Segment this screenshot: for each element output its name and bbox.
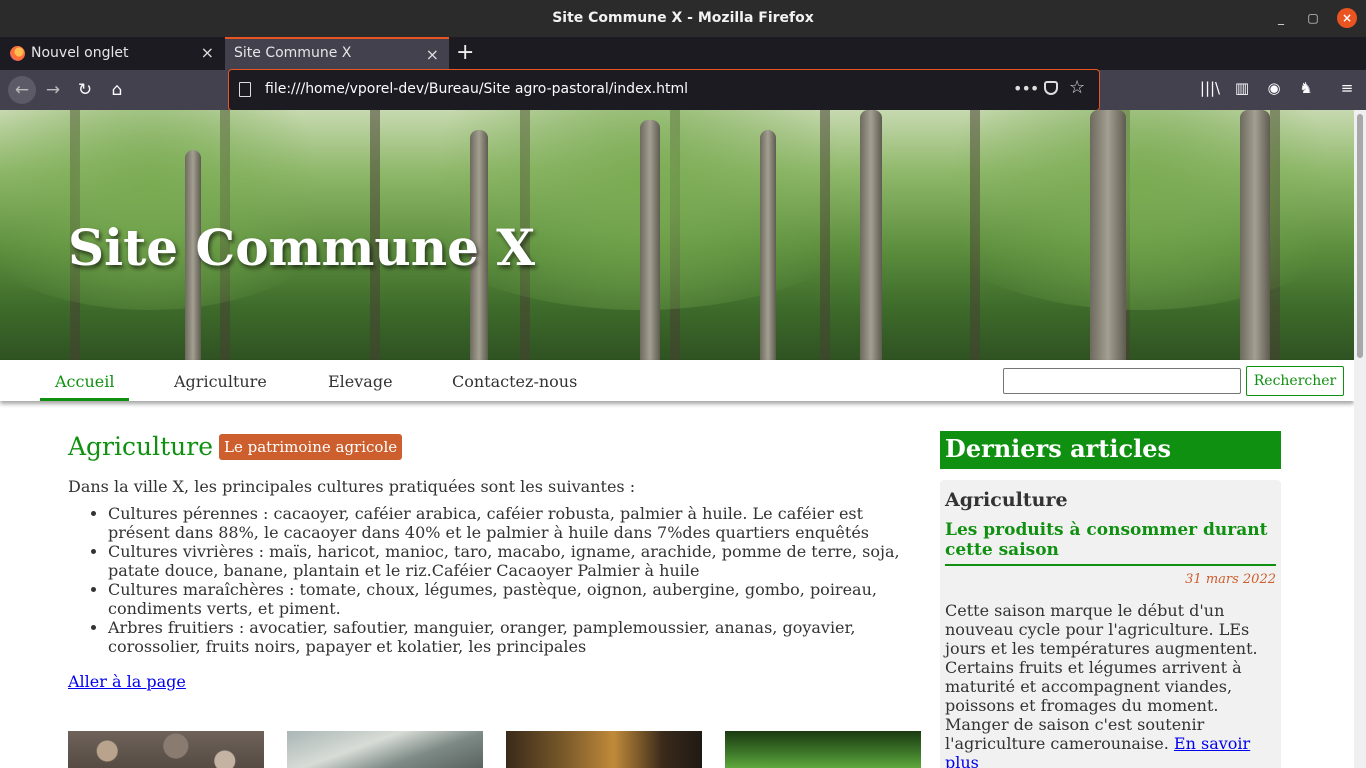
go-to-page-link[interactable]: Aller à la page bbox=[68, 672, 186, 691]
tab-new-tab[interactable]: Nouvel onglet × bbox=[0, 37, 224, 70]
canopy-shape bbox=[0, 110, 360, 310]
article-body: Cette saison marque le début d'un nouvea… bbox=[945, 601, 1276, 768]
reload-button[interactable]: ↻ bbox=[73, 78, 97, 102]
account-icon[interactable]: ◉ bbox=[1263, 79, 1285, 97]
article-title[interactable]: Les produits à consommer durant cette sa… bbox=[945, 520, 1276, 566]
hamburger-menu-icon[interactable]: ≡ bbox=[1336, 79, 1358, 97]
hero-banner: Site Commune X bbox=[0, 110, 1354, 360]
search-input[interactable] bbox=[1003, 368, 1241, 394]
library-icon[interactable]: |||\ bbox=[1199, 79, 1221, 97]
forward-button[interactable]: → bbox=[41, 78, 65, 102]
tree-trunk bbox=[860, 110, 882, 360]
scrollbar-thumb[interactable] bbox=[1357, 114, 1363, 358]
section-heading: Agriculture bbox=[68, 432, 213, 461]
nav-item-contactez-nous[interactable]: Contactez-nous bbox=[452, 372, 577, 391]
pocket-icon[interactable] bbox=[1044, 81, 1058, 95]
article-card: Agriculture Les produits à consommer dur… bbox=[940, 480, 1281, 768]
list-item: Cultures pérennes : cacaoyer, caféier ar… bbox=[108, 504, 928, 542]
autumn-forest-image[interactable] bbox=[506, 731, 702, 768]
sidebar-heading: Derniers articles bbox=[940, 431, 1281, 469]
more-actions-icon[interactable]: ••• bbox=[1013, 79, 1039, 98]
url-text[interactable]: file:///home/vporel-dev/Bureau/Site agro… bbox=[265, 81, 688, 97]
sidebar-icon[interactable]: ▥ bbox=[1231, 79, 1253, 97]
tree-trunk bbox=[640, 120, 660, 360]
navigation-toolbar: ← → ↻ ⌂ file:///home/vporel-dev/Bureau/S… bbox=[0, 69, 1366, 111]
tree-trunk bbox=[1090, 110, 1126, 360]
pebbles-image[interactable] bbox=[68, 731, 264, 768]
green-field-cabin-image[interactable] bbox=[725, 731, 921, 768]
new-tab-button[interactable]: + bbox=[456, 40, 474, 65]
canopy-shape bbox=[900, 110, 1354, 310]
river-rocks-image[interactable] bbox=[287, 731, 483, 768]
close-tab-icon[interactable]: × bbox=[201, 43, 214, 62]
tab-label: Nouvel onglet bbox=[31, 45, 129, 61]
article-date: 31 mars 2022 bbox=[1185, 572, 1276, 587]
nav-item-elevage[interactable]: Elevage bbox=[328, 372, 393, 391]
search-button[interactable]: Rechercher bbox=[1246, 366, 1344, 396]
back-button[interactable]: ← bbox=[8, 76, 36, 104]
url-bar[interactable]: file:///home/vporel-dev/Bureau/Site agro… bbox=[228, 69, 1100, 111]
active-nav-indicator bbox=[40, 398, 129, 401]
intro-text: Dans la ville X, les principales culture… bbox=[68, 477, 636, 496]
article-category: Agriculture bbox=[945, 489, 1068, 511]
tab-label: Site Commune X bbox=[234, 45, 352, 61]
list-item: Arbres fruitiers : avocatier, safoutier,… bbox=[108, 618, 928, 656]
home-button[interactable]: ⌂ bbox=[105, 78, 129, 102]
article-text: Cette saison marque le début d'un nouvea… bbox=[945, 601, 1258, 753]
close-tab-icon[interactable]: × bbox=[426, 45, 439, 64]
page-scrollbar[interactable] bbox=[1354, 110, 1366, 768]
category-badge: Le patrimoine agricole bbox=[219, 433, 403, 460]
nav-item-accueil[interactable]: Accueil bbox=[55, 372, 114, 391]
window-title: Site Commune X - Mozilla Firefox bbox=[552, 10, 814, 26]
main-content: Agriculture Le patrimoine agricole Dans l… bbox=[68, 432, 928, 691]
firefox-icon bbox=[10, 46, 25, 61]
extension-icon[interactable]: ♞ bbox=[1295, 79, 1317, 97]
window-titlebar: Site Commune X - Mozilla Firefox _ ▢ × bbox=[0, 0, 1366, 37]
nav-item-agriculture[interactable]: Agriculture bbox=[174, 372, 267, 391]
maximize-button[interactable]: ▢ bbox=[1303, 8, 1323, 28]
list-item: Cultures vivrières : maïs, haricot, mani… bbox=[108, 542, 928, 580]
page-icon bbox=[239, 82, 251, 97]
bookmark-star-icon[interactable]: ☆ bbox=[1069, 77, 1085, 98]
minimize-button[interactable]: _ bbox=[1271, 8, 1291, 28]
site-title: Site Commune X bbox=[68, 218, 536, 277]
tab-strip: Nouvel onglet × Site Commune X × + bbox=[0, 37, 1366, 70]
tab-site-commune-x[interactable]: Site Commune X × bbox=[225, 37, 449, 70]
tree-trunk bbox=[1240, 110, 1270, 360]
page-viewport: Site Commune X Accueil Agriculture Eleva… bbox=[0, 110, 1354, 768]
close-window-button[interactable]: × bbox=[1337, 8, 1357, 28]
list-item: Cultures maraîchères : tomate, choux, lé… bbox=[108, 580, 928, 618]
site-navigation: Accueil Agriculture Elevage Contactez-no… bbox=[0, 360, 1354, 401]
latest-articles-sidebar: Derniers articles Agriculture Les produi… bbox=[940, 431, 1281, 768]
tree-trunk bbox=[760, 130, 776, 360]
crops-list: Cultures pérennes : cacaoyer, caféier ar… bbox=[108, 504, 928, 656]
